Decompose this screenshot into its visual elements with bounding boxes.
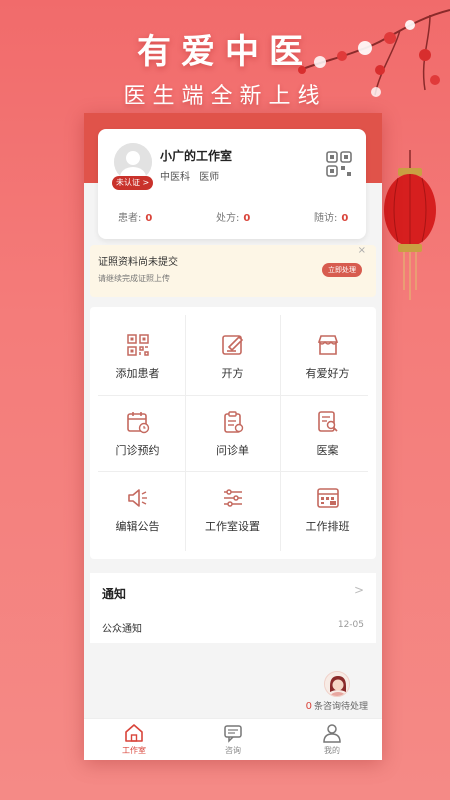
edit-icon (221, 334, 243, 355)
role: 医师 (199, 172, 220, 183)
shop-icon (317, 334, 338, 355)
tab-consult[interactable]: 咨询 (193, 723, 273, 756)
sliders-icon (223, 488, 242, 507)
unverified-badge[interactable]: 未认证 > (112, 176, 154, 190)
grid-item-inquiry-form[interactable]: 问诊单 (185, 396, 280, 471)
user-icon (323, 724, 341, 743)
notification-date: 12-05 (337, 620, 364, 630)
qr-add-icon (126, 333, 149, 356)
grid-item-label: 编辑公告 (115, 519, 160, 533)
grid-item-label: 开方 (221, 366, 244, 380)
stat-followups[interactable]: 随访: 0 (314, 209, 348, 224)
studio-name: 小广的工作室 (160, 149, 233, 163)
speaker-icon (127, 488, 147, 507)
app-screen: 未认证 > 小广的工作室 中医科 医师 患者: 0 处方: 0 随访: 0 证照… (84, 113, 382, 760)
consultant-avatar[interactable] (324, 671, 350, 697)
tab-mine[interactable]: 我的 (292, 723, 372, 756)
department: 中医科 (160, 172, 190, 183)
grid-item-studio-settings[interactable]: 工作室设置 (185, 472, 280, 547)
close-icon[interactable]: × (358, 245, 366, 256)
home-icon (125, 724, 143, 742)
stat-value: 0 (145, 213, 153, 224)
grid-item-appointment[interactable]: 门诊预约 (90, 396, 185, 471)
stat-label: 患者: (118, 213, 142, 224)
certificate-notice: 证照资料尚未提交 请继续完成证照上传 立即处理 × (90, 245, 376, 297)
tab-label: 工作室 (122, 746, 146, 755)
grid-item-label: 门诊预约 (115, 443, 160, 457)
function-grid: 添加患者 开方 有爱好方 门诊预约 问诊单 医案 编辑公告 工作室设置 工作排班 (90, 307, 376, 559)
grid-item-edit-announcement[interactable]: 编辑公告 (90, 472, 185, 547)
grid-item-label: 问诊单 (216, 443, 249, 457)
grid-item-label: 医案 (316, 443, 339, 457)
bottom-tab-bar: 工作室 咨询 我的 (84, 718, 382, 760)
grid-item-good-formula[interactable]: 有爱好方 (280, 319, 375, 394)
notification-title: 通知 (102, 587, 127, 601)
stat-label: 处方: (216, 213, 240, 224)
doctor-department-role: 中医科 医师 (160, 168, 219, 183)
notice-description: 请继续完成证照上传 (98, 274, 170, 283)
stat-value: 0 (341, 213, 349, 224)
tab-label: 咨询 (225, 746, 241, 755)
schedule-icon (316, 487, 339, 508)
clipboard-icon (223, 410, 243, 433)
stat-patients[interactable]: 患者: 0 (118, 209, 152, 224)
stat-value: 0 (243, 213, 251, 224)
grid-item-label: 工作排班 (305, 519, 350, 533)
profile-card[interactable]: 未认证 > 小广的工作室 中医科 医师 患者: 0 处方: 0 随访: 0 (98, 129, 366, 239)
grid-item-add-patient[interactable]: 添加患者 (90, 319, 185, 394)
tab-studio[interactable]: 工作室 (94, 723, 174, 756)
stats-row: 患者: 0 处方: 0 随访: 0 (98, 209, 366, 229)
chevron-right-icon[interactable]: > (354, 583, 364, 597)
pending-consultations[interactable]: 0 条咨询待处理 (306, 699, 368, 712)
stat-prescriptions[interactable]: 处方: 0 (216, 209, 250, 224)
tab-label: 我的 (324, 746, 340, 755)
grid-item-work-schedule[interactable]: 工作排班 (280, 472, 375, 547)
notification-section: 通知 > 公众通知 12-05 (90, 573, 376, 643)
chat-icon (224, 725, 242, 743)
stat-label: 随访: (314, 213, 338, 224)
calendar-icon (126, 411, 149, 433)
grid-item-label: 有爱好方 (305, 366, 350, 380)
pending-count: 0 (305, 701, 312, 712)
lantern-decoration (384, 150, 436, 300)
case-search-icon (317, 410, 338, 432)
grid-item-prescribe[interactable]: 开方 (185, 319, 280, 394)
notice-title: 证照资料尚未提交 (98, 257, 178, 268)
grid-item-label: 工作室设置 (205, 519, 260, 533)
grid-item-label: 添加患者 (115, 366, 160, 380)
notification-item[interactable]: 公众通知 (102, 620, 142, 635)
pending-text: 条咨询待处理 (313, 702, 368, 712)
grid-item-medical-case[interactable]: 医案 (280, 396, 375, 471)
process-now-button[interactable]: 立即处理 (322, 263, 362, 277)
qr-code-icon[interactable] (326, 151, 352, 177)
